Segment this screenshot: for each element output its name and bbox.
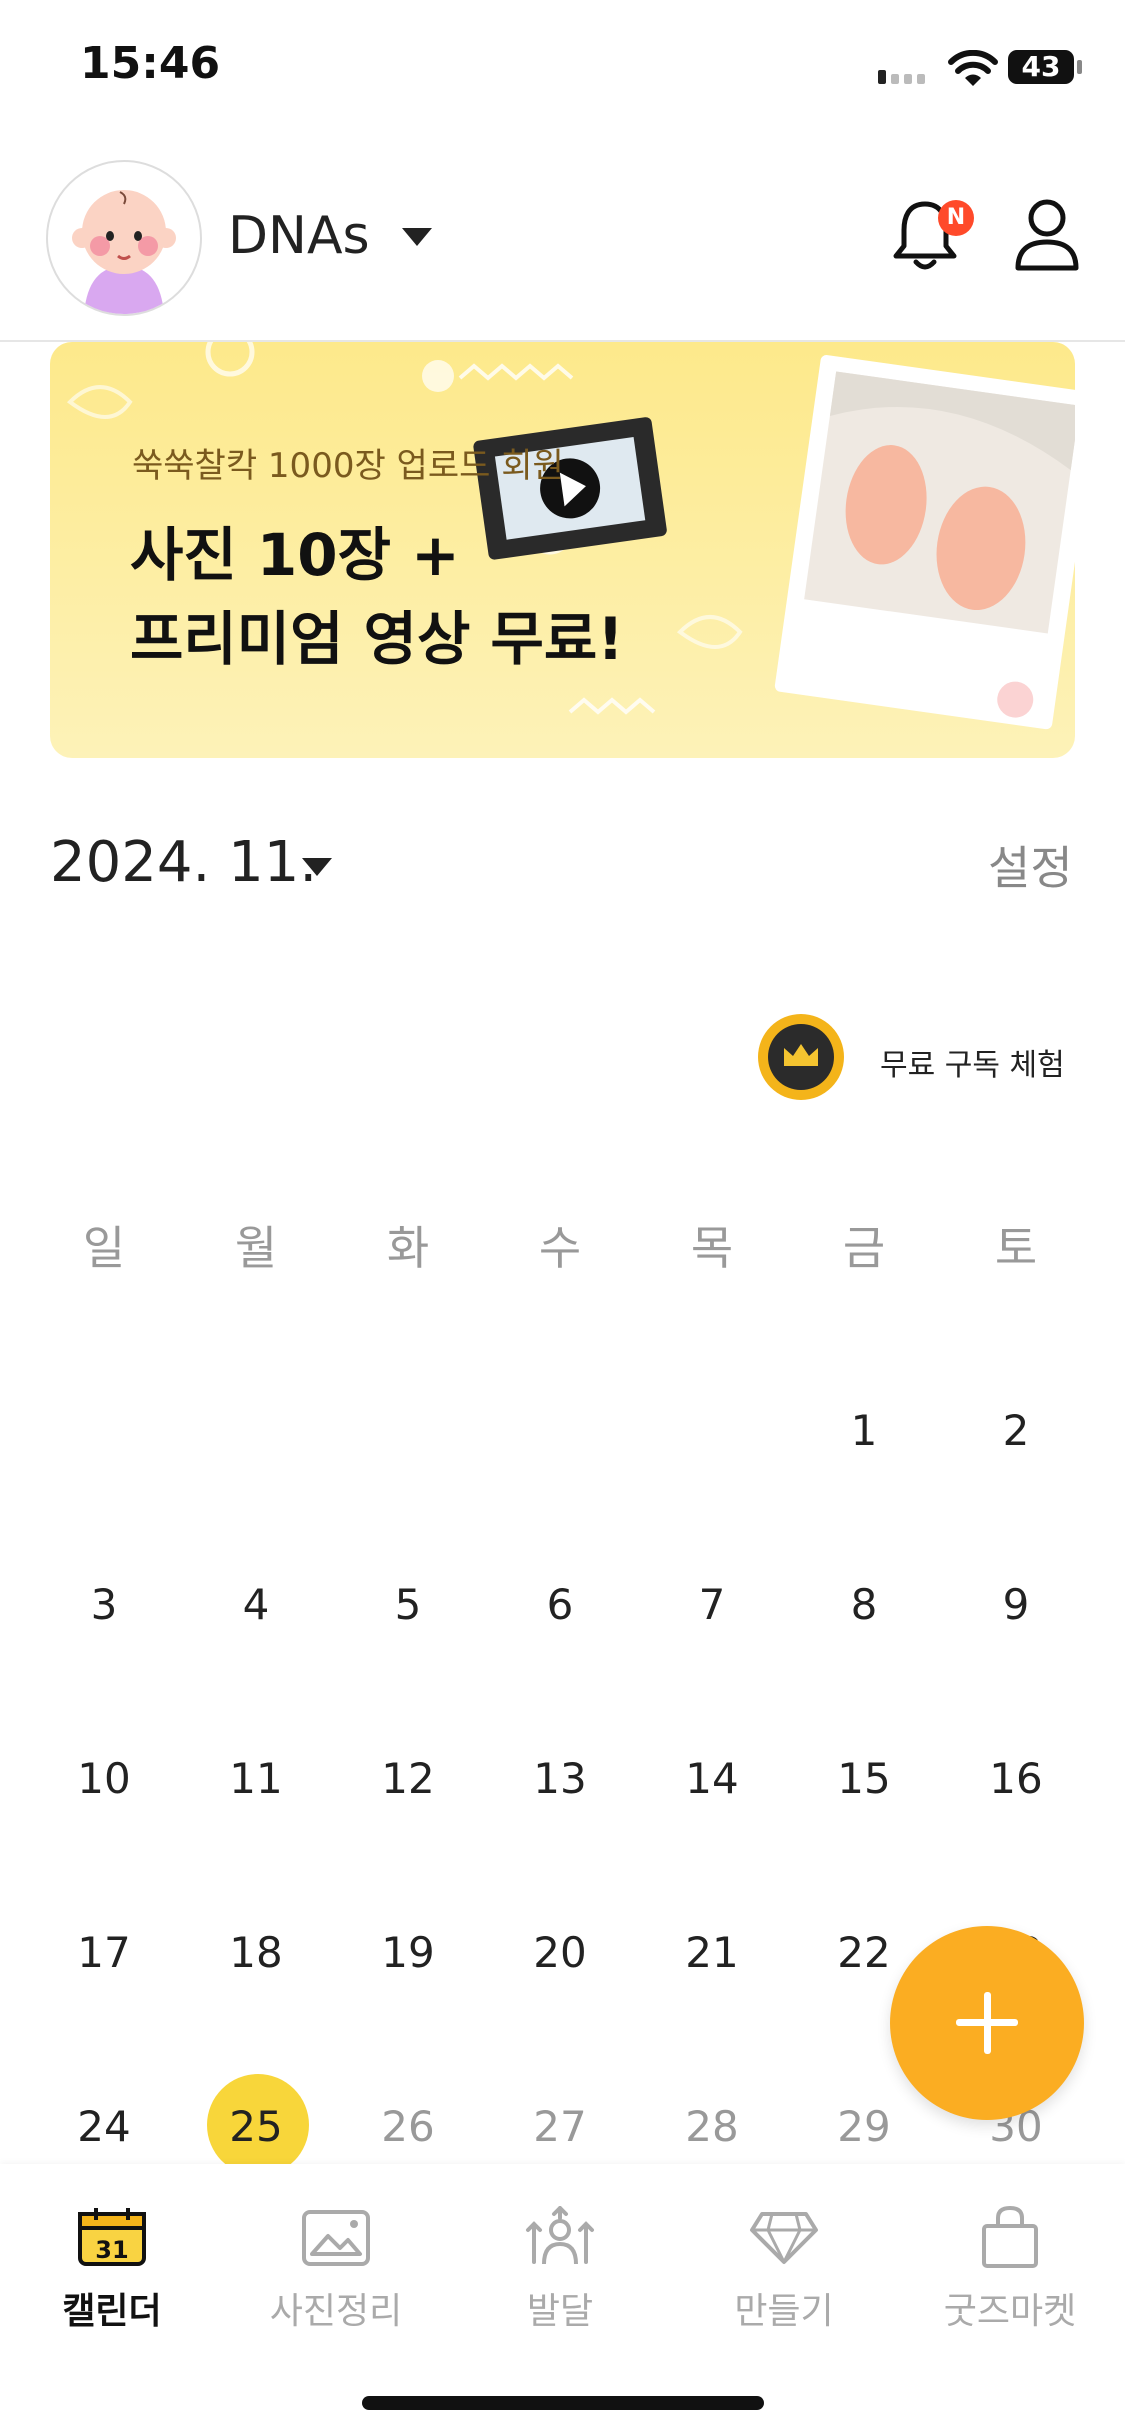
growth-icon xyxy=(526,2205,594,2265)
shopping-bag-icon xyxy=(982,2205,1038,2268)
calendar-day[interactable]: 19 xyxy=(358,1928,458,1977)
banner-subtitle: 쑥쑥찰칵 1000장 업로드 회원 xyxy=(132,446,564,486)
month-selector[interactable]: 2024. 11. xyxy=(50,830,317,895)
crown-glyph xyxy=(784,1044,818,1066)
tab-create[interactable]: 만들기 xyxy=(684,2206,884,2334)
calendar-day[interactable]: 21 xyxy=(662,1928,762,1977)
tab-goods-market-label: 굿즈마켓 xyxy=(943,2291,1077,2332)
weekday-fri: 금 xyxy=(842,1221,886,1275)
free-trial-link[interactable]: 무료 구독 체험 xyxy=(880,1040,1065,1084)
calendar-day[interactable]: 28 xyxy=(662,2102,762,2151)
avatar[interactable] xyxy=(46,160,202,316)
calendar-day[interactable]: 6 xyxy=(510,1580,610,1629)
tab-calendar[interactable]: 31 캘린더 xyxy=(12,2206,212,2334)
calendar-day[interactable]: 13 xyxy=(510,1754,610,1803)
tab-photos-label: 사진정리 xyxy=(269,2291,403,2332)
svg-text:31: 31 xyxy=(95,2236,128,2264)
diamond-icon xyxy=(750,2212,818,2264)
banner-title-line1: 사진 10장 + xyxy=(130,521,460,589)
calendar-day[interactable]: 4 xyxy=(206,1580,306,1629)
weekday-sat: 토 xyxy=(994,1221,1038,1275)
weekday-mon: 월 xyxy=(234,1221,278,1275)
calendar-day[interactable]: 14 xyxy=(662,1754,762,1803)
status-time: 15:46 xyxy=(80,38,221,89)
calendar-day[interactable]: 15 xyxy=(814,1754,914,1803)
battery-level: 43 xyxy=(1021,50,1061,83)
chevron-down-icon[interactable] xyxy=(402,228,432,246)
weekday-wed: 수 xyxy=(538,1221,582,1275)
calendar-icon: 31 xyxy=(78,2208,146,2266)
cellular-signal-icon xyxy=(878,70,925,84)
calendar-day[interactable]: 22 xyxy=(814,1928,914,1977)
home-indicator xyxy=(362,2396,764,2410)
battery-icon: 43 xyxy=(1008,50,1074,84)
wifi-icon xyxy=(948,50,998,86)
calendar-day[interactable]: 8 xyxy=(814,1580,914,1629)
weekday-tue: 화 xyxy=(386,1221,430,1275)
calendar-day[interactable]: 11 xyxy=(206,1754,306,1803)
tab-goods-market[interactable]: 굿즈마켓 xyxy=(910,2205,1110,2334)
calendar-day[interactable]: 12 xyxy=(358,1754,458,1803)
chevron-down-icon[interactable] xyxy=(302,858,332,876)
tab-create-label: 만들기 xyxy=(734,2291,834,2332)
tab-growth-label: 발달 xyxy=(526,2291,594,2332)
weekday-sun: 일 xyxy=(82,1221,126,1275)
calendar-day[interactable]: 16 xyxy=(966,1754,1066,1803)
calendar-day[interactable]: 9 xyxy=(966,1580,1066,1629)
calendar-day-today[interactable]: 25 xyxy=(206,2102,306,2151)
add-button[interactable] xyxy=(890,1926,1084,2120)
photo-icon xyxy=(302,2210,370,2266)
battery-tip xyxy=(1077,60,1082,74)
banner-title-line2: 프리미엄 영상 무료! xyxy=(130,605,624,673)
calendar-day[interactable]: 20 xyxy=(510,1928,610,1977)
settings-link[interactable]: 설정 xyxy=(988,832,1073,898)
calendar-day[interactable]: 29 xyxy=(814,2102,914,2151)
tab-growth[interactable]: 발달 xyxy=(460,2205,660,2334)
calendar-day[interactable]: 7 xyxy=(662,1580,762,1629)
weekday-thu: 목 xyxy=(690,1221,734,1275)
user-icon[interactable] xyxy=(1012,196,1082,274)
tab-photos[interactable]: 사진정리 xyxy=(236,2206,436,2334)
notification-badge: N xyxy=(938,200,974,236)
calendar-day[interactable]: 26 xyxy=(358,2102,458,2151)
calendar-day[interactable]: 10 xyxy=(54,1754,154,1803)
calendar-day[interactable]: 27 xyxy=(510,2102,610,2151)
crown-icon[interactable] xyxy=(758,1014,844,1100)
calendar-day[interactable]: 24 xyxy=(54,2102,154,2151)
baby-avatar-icon xyxy=(72,190,176,314)
calendar-day[interactable]: 5 xyxy=(358,1580,458,1629)
calendar-day[interactable]: 1 xyxy=(814,1406,914,1455)
calendar-day[interactable]: 2 xyxy=(966,1406,1066,1455)
tab-calendar-label: 캘린더 xyxy=(62,2291,162,2332)
profile-name[interactable]: DNAs xyxy=(228,206,370,266)
calendar-day[interactable]: 3 xyxy=(54,1580,154,1629)
calendar-day[interactable]: 17 xyxy=(54,1928,154,1977)
calendar-day[interactable]: 18 xyxy=(206,1928,306,1977)
